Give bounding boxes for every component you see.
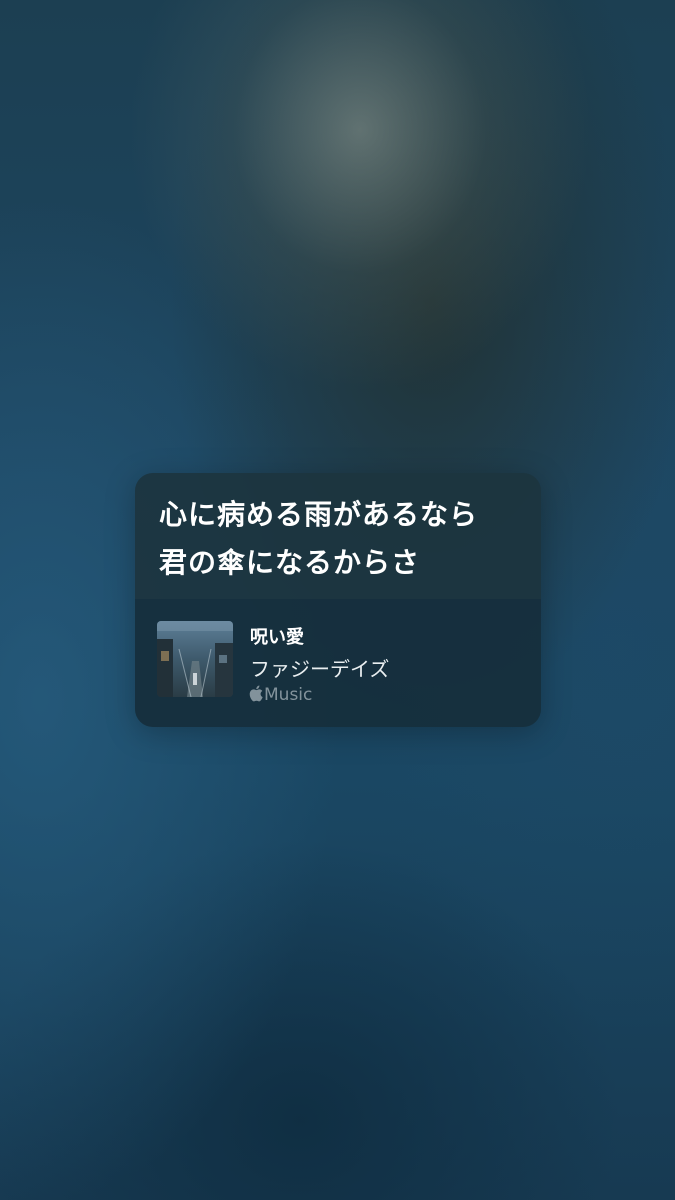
lyrics-share-card[interactable]: 心に病める雨があるなら 君の傘になるからさ 呪い愛 ファジーデイズ Music: [135, 473, 541, 727]
apple-music-badge: Music: [249, 685, 312, 707]
song-title: 呪い愛: [250, 627, 304, 648]
lyrics-section: 心に病める雨があるなら 君の傘になるからさ: [135, 473, 541, 599]
artist-name: ファジーデイズ: [250, 657, 390, 681]
track-info[interactable]: 呪い愛 ファジーデイズ Music: [135, 599, 541, 727]
lyric-line-2: 君の傘になるからさ: [159, 546, 421, 579]
album-artwork[interactable]: [157, 621, 233, 697]
service-label: Music: [264, 685, 313, 705]
apple-logo-icon: [249, 685, 263, 702]
lyric-line-1: 心に病める雨があるなら: [159, 498, 479, 531]
